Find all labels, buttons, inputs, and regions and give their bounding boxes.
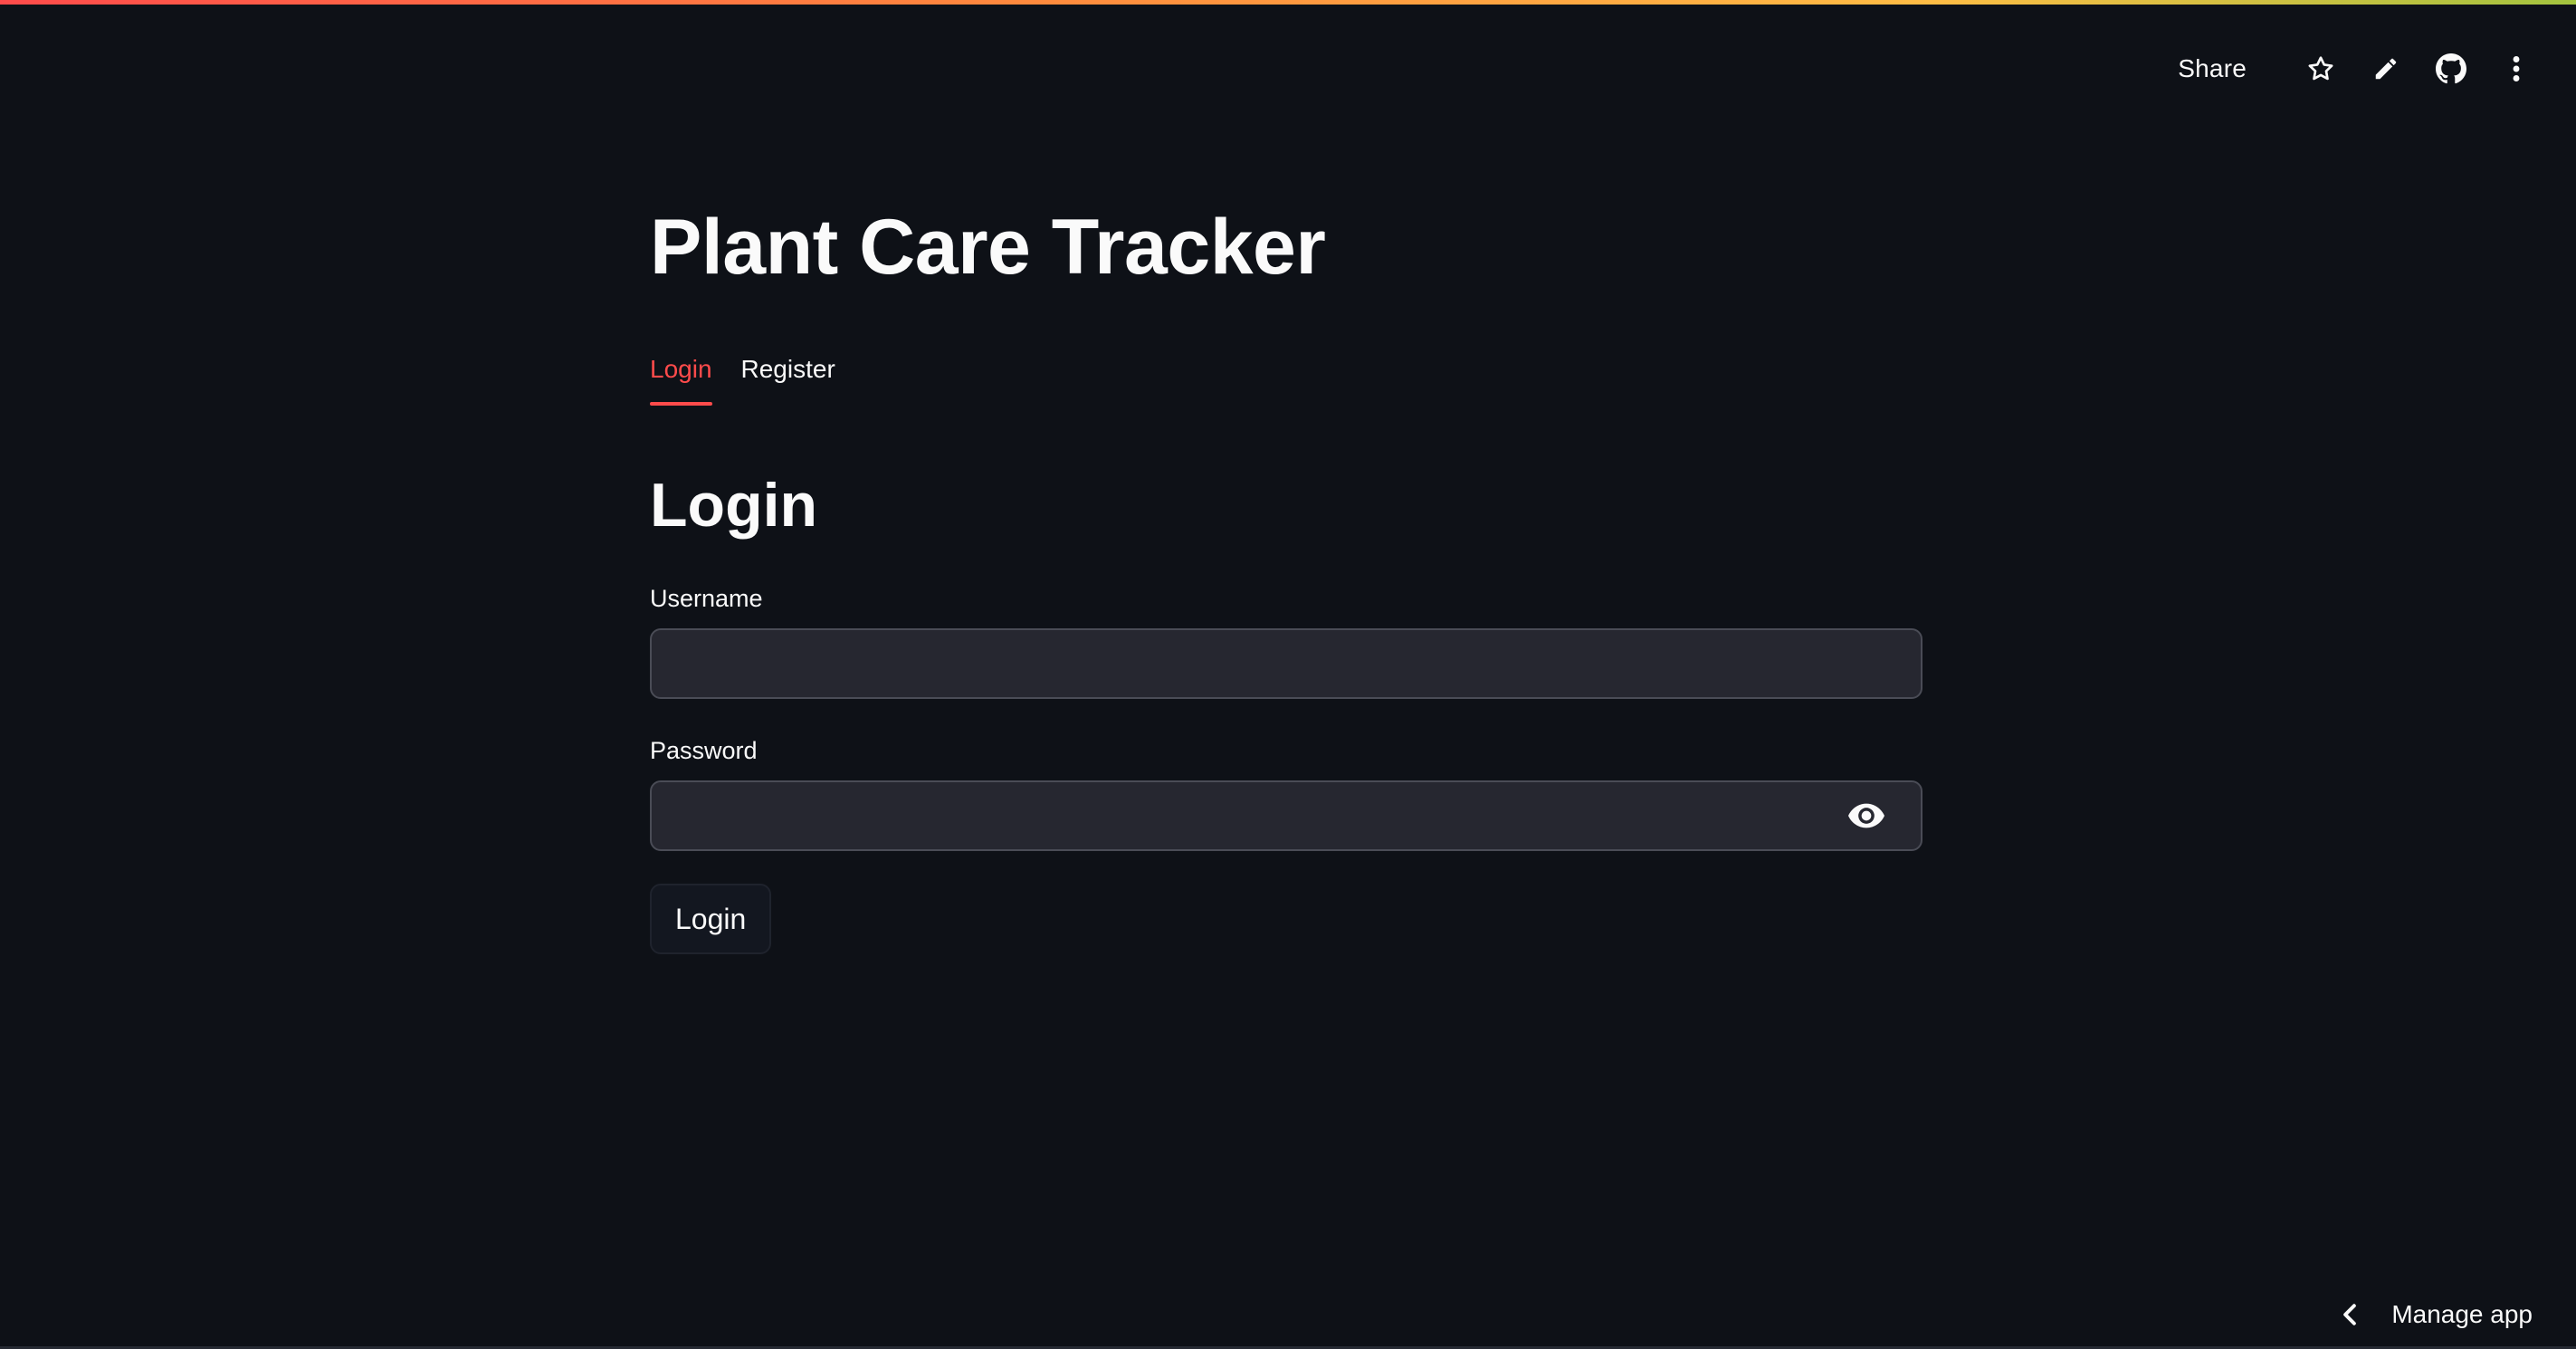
login-submit-button[interactable]: Login: [650, 884, 772, 954]
eye-icon[interactable]: [1848, 799, 1884, 832]
password-field[interactable]: [650, 780, 1922, 851]
tab-bar: Login Register: [650, 355, 864, 406]
username-label: Username: [650, 585, 763, 612]
share-button[interactable]: Share: [2178, 54, 2247, 83]
password-label: Password: [650, 737, 758, 764]
username-field[interactable]: [650, 628, 1922, 699]
chevron-left-icon: [2335, 1300, 2364, 1329]
top-toolbar: Share: [2178, 47, 2538, 91]
top-decoration-bar: [0, 0, 2576, 5]
login-heading: Login: [650, 471, 818, 540]
username-input[interactable]: [673, 630, 1854, 699]
page-title: Plant Care Tracker: [650, 204, 1326, 291]
app-root: Share Plant Care Tracker Login Register …: [0, 0, 2576, 1349]
manage-app-button[interactable]: Manage app: [2335, 1300, 2533, 1329]
password-input[interactable]: [673, 782, 1854, 851]
star-icon[interactable]: [2299, 47, 2342, 91]
tab-login[interactable]: Login: [650, 355, 712, 406]
tab-register[interactable]: Register: [741, 355, 835, 402]
github-icon[interactable]: [2429, 47, 2473, 91]
more-vertical-icon[interactable]: [2495, 47, 2538, 91]
manage-app-label: Manage app: [2391, 1300, 2533, 1328]
pencil-icon[interactable]: [2364, 47, 2408, 91]
